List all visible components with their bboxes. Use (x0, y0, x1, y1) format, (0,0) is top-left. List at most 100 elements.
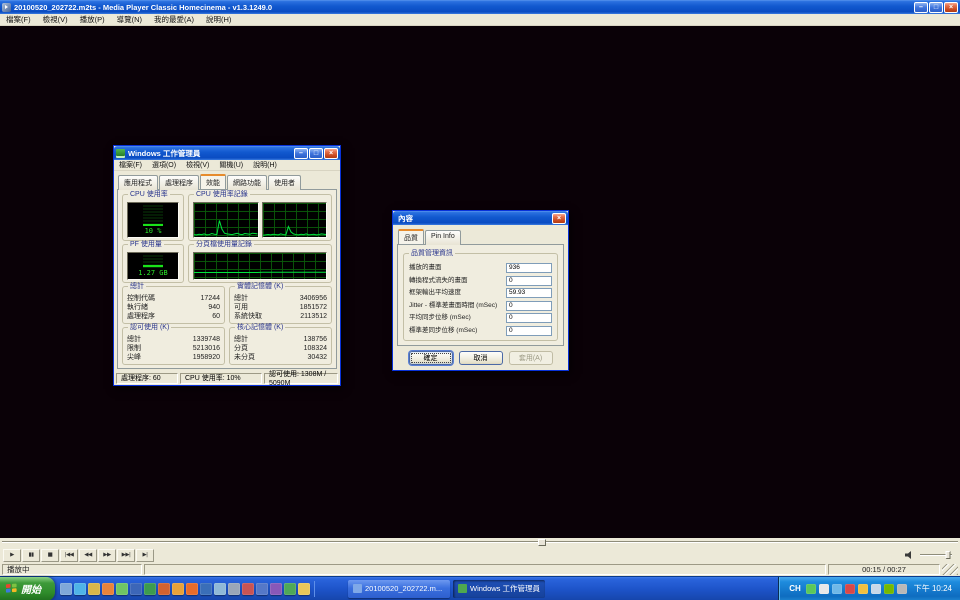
seek-thumb[interactable] (538, 539, 546, 546)
tab-applications[interactable]: 應用程式 (118, 175, 158, 190)
tm-menu-help[interactable]: 說明(H) (248, 160, 282, 171)
language-indicator[interactable]: CH (787, 584, 803, 593)
tm-menu-options[interactable]: 選項(O) (147, 160, 181, 171)
performance-pane: CPU 使用率 10 % CPU 使用率記錄 (117, 189, 337, 369)
menu-play[interactable]: 播放(P) (74, 14, 111, 25)
mpc-window-title: 20100520_202722.m2ts - Media Player Clas… (11, 3, 914, 12)
restore-button[interactable]: □ (929, 2, 943, 13)
tab-quality[interactable]: 品質 (398, 229, 424, 244)
pf-history-graph (193, 252, 327, 280)
apply-button: 套用(A) (509, 351, 553, 365)
play-button[interactable]: ▶ (3, 549, 21, 562)
menu-navigate[interactable]: 導覽(N) (111, 14, 148, 25)
quicklaunch-firefox-icon[interactable] (186, 583, 198, 595)
seek-groove[interactable] (2, 541, 958, 543)
tray-ime-icon[interactable] (871, 584, 881, 594)
playback-time: 00:15 / 00:27 (828, 564, 940, 575)
quicklaunch-word-icon[interactable] (130, 583, 142, 595)
menu-favorites[interactable]: 我的最愛(A) (148, 14, 200, 25)
quicklaunch-messenger-icon[interactable] (116, 583, 128, 595)
tray-graphics-icon[interactable] (884, 584, 894, 594)
rewind-button[interactable]: ◀◀ (79, 549, 97, 562)
properties-title: 內容 (395, 213, 552, 224)
menu-help[interactable]: 說明(H) (200, 14, 237, 25)
tm-menu-file[interactable]: 檔案(F) (114, 160, 147, 171)
menu-view[interactable]: 檢視(V) (37, 14, 74, 25)
taskbar-task-mpc[interactable]: 20100520_202722.m... (348, 580, 450, 598)
tray-volume-icon[interactable] (819, 584, 829, 594)
stat-row: 總計1339748 (127, 335, 220, 344)
task-manager-tabs: 應用程式 處理程序 效能 網路功能 使用者 (118, 174, 337, 189)
jitter-value: 0 (506, 301, 552, 311)
menu-file[interactable]: 檔案(F) (0, 14, 37, 25)
tab-performance[interactable]: 效能 (200, 174, 226, 189)
tm-status-cpu: CPU 使用率: 10% (180, 373, 262, 384)
tab-pin-info[interactable]: Pin Info (425, 230, 461, 245)
seek-bar[interactable] (0, 538, 960, 547)
quicklaunch-media-player-icon[interactable] (102, 583, 114, 595)
tab-networking[interactable]: 網路功能 (227, 175, 267, 190)
skip-forward-button[interactable]: ▶▶| (117, 549, 135, 562)
fast-forward-button[interactable]: ▶▶ (98, 549, 116, 562)
quicklaunch-foobar-icon[interactable] (270, 583, 282, 595)
mpc-titlebar: 20100520_202722.m2ts - Media Player Clas… (0, 0, 960, 14)
frame-rate-value: 59.93 (506, 288, 552, 298)
tm-maximize-button[interactable]: □ (309, 148, 323, 159)
mpc-menubar: 檔案(F) 檢視(V) 播放(P) 導覽(N) 我的最愛(A) 說明(H) (0, 14, 960, 26)
tray-scheduler-icon[interactable] (897, 584, 907, 594)
quality-info-group: 品質管理資訊 播放的畫面 936 轉換程式流失的畫面 0 框架輸出平均速度 59… (403, 253, 558, 341)
quicklaunch-calculator-icon[interactable] (228, 583, 240, 595)
taskbar-task-taskmanager[interactable]: Windows 工作管理員 (453, 580, 545, 598)
task-manager-window: Windows 工作管理員 – □ × 檔案(F) 選項(O) 檢視(V) 關機… (113, 145, 341, 386)
tray-windows-update-icon[interactable] (858, 584, 868, 594)
volume-thumb[interactable] (945, 551, 950, 559)
field-row: 轉換程式流失的畫面 0 (409, 276, 552, 286)
resize-grip[interactable] (942, 564, 958, 575)
pause-button[interactable]: ▮▮ (22, 549, 40, 562)
system-tray: CH 下午 10:24 (778, 577, 960, 600)
tab-processes[interactable]: 處理程序 (159, 175, 199, 190)
playback-status: 播放中 (2, 564, 142, 575)
quicklaunch-outlook-icon[interactable] (88, 583, 100, 595)
cancel-button[interactable]: 取消 (459, 351, 503, 365)
quicklaunch-show-desktop-icon[interactable] (60, 583, 72, 595)
transport-controls: ▶ ▮▮ ■ |◀◀ ◀◀ ▶▶ ▶▶| ▶| (0, 547, 960, 563)
cpu-history-graph-core2 (262, 202, 328, 238)
frame-step-button[interactable]: ▶| (136, 549, 154, 562)
quicklaunch-paint-icon[interactable] (242, 583, 254, 595)
volume-slider[interactable] (918, 550, 954, 560)
desktop: 20100520_202722.m2ts - Media Player Clas… (0, 0, 960, 600)
ok-button[interactable]: 確定 (409, 351, 453, 365)
tm-menu-view[interactable]: 檢視(V) (181, 160, 214, 171)
quicklaunch-photoshop-icon[interactable] (200, 583, 212, 595)
quicklaunch-internet-explorer-icon[interactable] (74, 583, 86, 595)
stat-row: 總計3406956 (234, 294, 327, 303)
stat-row: 可用1851572 (234, 303, 327, 312)
tray-network-icon[interactable] (832, 584, 842, 594)
skip-back-button[interactable]: |◀◀ (60, 549, 78, 562)
quicklaunch-nero-icon[interactable] (256, 583, 268, 595)
tm-menu-shutdown[interactable]: 關機(U) (214, 160, 248, 171)
tm-close-button[interactable]: × (324, 148, 338, 159)
frames-dropped-value: 0 (506, 276, 552, 286)
quicklaunch-notepad-icon[interactable] (214, 583, 226, 595)
stat-row: 分頁108324 (234, 344, 327, 353)
quicklaunch-folder-icon[interactable] (298, 583, 310, 595)
tab-users[interactable]: 使用者 (268, 175, 301, 190)
tray-messenger-status-icon[interactable] (806, 584, 816, 594)
close-button[interactable]: × (944, 2, 958, 13)
quicklaunch-excel-icon[interactable] (144, 583, 156, 595)
minimize-button[interactable]: – (914, 2, 928, 13)
quicklaunch-utorrent-icon[interactable] (284, 583, 296, 595)
properties-close-button[interactable]: × (552, 213, 566, 224)
task-manager-title: Windows 工作管理員 (125, 148, 294, 159)
tray-antivirus-icon[interactable] (845, 584, 855, 594)
cpu-usage-label: CPU 使用率 (128, 191, 170, 199)
start-button[interactable]: 開始 (0, 577, 55, 600)
stat-row: 執行緒940 (127, 303, 220, 312)
speaker-icon[interactable] (905, 551, 915, 559)
quicklaunch-winamp-icon[interactable] (172, 583, 184, 595)
stop-button[interactable]: ■ (41, 549, 59, 562)
tm-minimize-button[interactable]: – (294, 148, 308, 159)
quicklaunch-powerpoint-icon[interactable] (158, 583, 170, 595)
